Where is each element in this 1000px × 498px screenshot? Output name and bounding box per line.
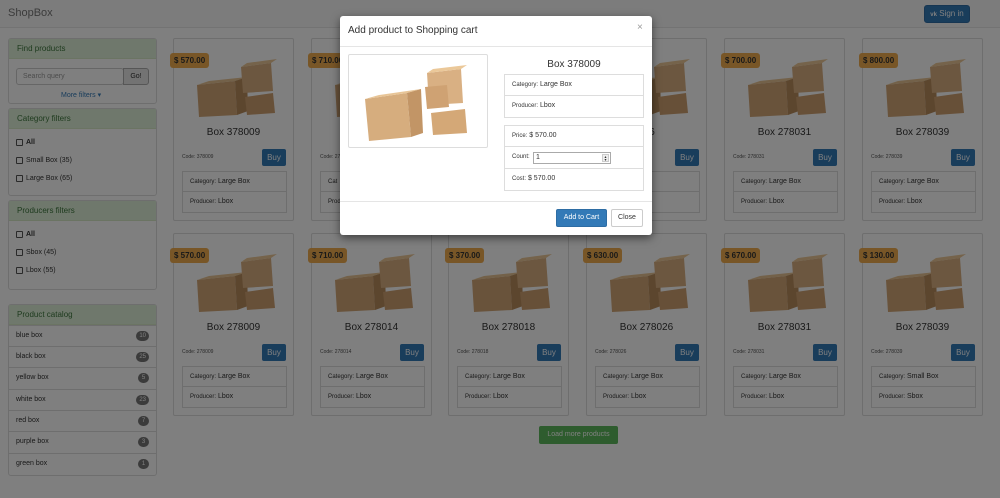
price-label: Price: <box>512 133 528 139</box>
cost-label: Cost: <box>512 176 527 182</box>
modal-count-row: Count: 1 ▴ ▾ <box>504 147 644 169</box>
cost-value: $ 570.00 <box>527 175 556 182</box>
count-input[interactable]: 1 ▴ ▾ <box>533 152 611 164</box>
modal-product-name: Box 378009 <box>547 59 601 70</box>
product-image <box>348 54 488 148</box>
modal-price-row: Price: $ 570.00 <box>504 125 644 147</box>
modal-producer-row: Producer: Lbox <box>504 96 644 118</box>
count-value: 1 <box>536 154 540 161</box>
modal-title: Add product to Shopping cart <box>348 25 478 36</box>
price-value: $ 570.00 <box>529 132 557 139</box>
modal-header-divider <box>340 46 652 47</box>
category-label: Category: <box>512 82 539 88</box>
close-button[interactable]: Close <box>611 209 643 227</box>
add-to-cart-modal: Add product to Shopping cart × Box 37800… <box>340 16 652 235</box>
add-to-cart-button[interactable]: Add to Cart <box>556 209 607 227</box>
count-label: Count: <box>512 154 530 160</box>
modal-footer-divider <box>340 201 652 202</box>
boxes-image <box>365 65 467 141</box>
modal-category-row: Category: Large Box <box>504 74 644 96</box>
category-value: Large Box <box>539 81 572 88</box>
close-icon[interactable]: × <box>637 22 643 33</box>
count-spinner-icon[interactable]: ▴ ▾ <box>602 154 609 162</box>
modal-cost-row: Cost: $ 570.00 <box>504 169 644 191</box>
producer-label: Producer: <box>512 103 539 109</box>
producer-value: Lbox <box>539 102 556 109</box>
